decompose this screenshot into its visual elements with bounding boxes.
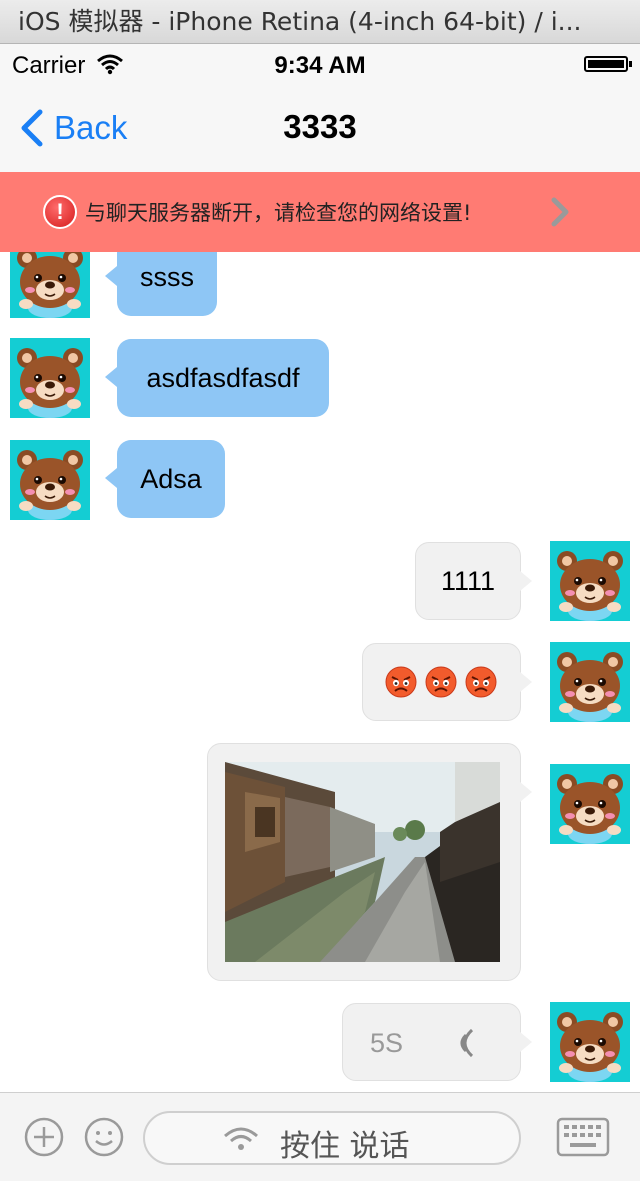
self-avatar[interactable] bbox=[550, 642, 630, 722]
angry-face-icon bbox=[425, 666, 457, 698]
alert-message: 与聊天服务器断开，请检查您的网络设置! bbox=[85, 201, 472, 225]
chat-input-toolbar: 按住 说话 bbox=[0, 1092, 640, 1181]
error-icon: ! bbox=[43, 195, 77, 229]
status-bar: Carrier 9:34 AM bbox=[0, 44, 640, 84]
voice-signal-icon bbox=[224, 1127, 258, 1150]
emoji-icon[interactable] bbox=[84, 1117, 124, 1157]
message-text: 1111 bbox=[440, 565, 496, 596]
contact-avatar[interactable] bbox=[10, 338, 90, 418]
contact-avatar[interactable] bbox=[10, 440, 90, 520]
voice-wave-icon bbox=[460, 1028, 474, 1058]
voice-duration: 5S bbox=[370, 1028, 404, 1058]
battery-icon bbox=[584, 56, 632, 72]
chevron-right-icon bbox=[551, 197, 569, 227]
voice-message-bubble[interactable]: 5S bbox=[342, 1003, 532, 1081]
image-message-bubble[interactable] bbox=[207, 743, 532, 981]
canal-town-photo[interactable] bbox=[225, 762, 500, 962]
network-alert-banner[interactable]: ! 与聊天服务器断开，请检查您的网络设置! bbox=[0, 172, 640, 252]
status-time: 9:34 AM bbox=[274, 52, 366, 79]
message-bubble[interactable]: 1111 bbox=[415, 542, 532, 620]
talk-label: 按住 说话 bbox=[280, 1129, 410, 1164]
angry-face-icon bbox=[465, 666, 497, 698]
message-bubble[interactable]: Adsa bbox=[105, 440, 225, 518]
message-bubble[interactable] bbox=[362, 643, 532, 721]
self-avatar[interactable] bbox=[550, 541, 630, 621]
navigation-bar: Back 3333 bbox=[0, 84, 640, 172]
add-attachment-icon[interactable] bbox=[24, 1117, 64, 1157]
self-avatar[interactable] bbox=[550, 764, 630, 844]
message-text: Adsa bbox=[140, 463, 202, 494]
self-avatar[interactable] bbox=[550, 1002, 630, 1082]
message-bubble[interactable]: asdfasdfasdf bbox=[105, 339, 329, 417]
keyboard-icon[interactable] bbox=[556, 1117, 610, 1157]
message-text: asdfasdfasdf bbox=[146, 362, 300, 393]
angry-face-icon bbox=[385, 666, 417, 698]
hold-to-talk-button[interactable]: 按住 说话 bbox=[143, 1111, 521, 1165]
window-title: iOS 模拟器 - iPhone Retina (4-inch 64-bit) … bbox=[0, 0, 640, 44]
chat-title: 3333 bbox=[283, 108, 357, 145]
